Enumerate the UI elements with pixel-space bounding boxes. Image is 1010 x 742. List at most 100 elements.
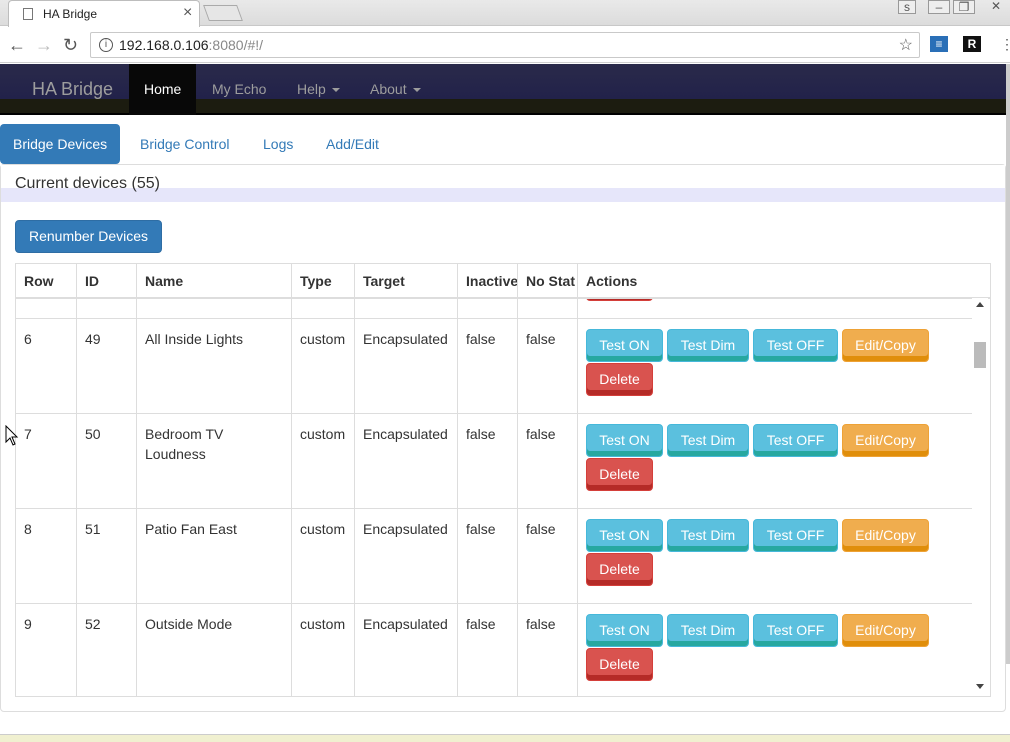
cell-nostate: false xyxy=(518,319,578,414)
test-dim-button[interactable]: Test Dim xyxy=(667,329,749,362)
cell-actions: Test ONTest DimTest OFFEdit/Copy Delete xyxy=(578,319,974,414)
cell-name: Bedroom TV Loudness xyxy=(137,414,292,509)
table-row: 8 51 Patio Fan East custom Encapsulated false… xyxy=(16,509,974,604)
delete-button[interactable]: Delete xyxy=(586,299,653,301)
cell-target: Encapsulated xyxy=(355,509,458,604)
scroll-down-icon[interactable] xyxy=(976,684,984,689)
url-text[interactable]: 192.168.0.106:8080/#!/ xyxy=(119,37,263,53)
new-tab-button[interactable] xyxy=(203,5,243,21)
scroll-thumb[interactable] xyxy=(974,342,986,368)
nav-home[interactable]: Home xyxy=(129,64,197,115)
info-icon[interactable]: i xyxy=(99,38,113,52)
panel-heading: Current devices (55) xyxy=(1,165,1005,202)
panel-title: Current devices (55) xyxy=(15,175,160,192)
edit-copy-button[interactable]: Edit/Copy xyxy=(842,519,929,552)
profile-icon[interactable]: s xyxy=(898,0,916,14)
test-off-button[interactable]: Test OFF xyxy=(753,329,838,362)
col-type[interactable]: Type xyxy=(292,264,355,299)
minimize-icon[interactable]: – xyxy=(928,0,950,14)
col-actions[interactable]: Actions xyxy=(578,264,990,299)
extension-icon[interactable]: ≡ xyxy=(930,36,948,52)
table-row: 548Avail SlotcustomEncapsulatedfalsefals… xyxy=(16,299,974,319)
col-name[interactable]: Name xyxy=(137,264,292,299)
edit-copy-button[interactable]: Edit/Copy xyxy=(842,329,929,362)
col-inactive[interactable]: Inactive xyxy=(458,264,518,299)
col-no-state[interactable]: No Stat xyxy=(518,264,578,299)
test-dim-button[interactable]: Test Dim xyxy=(667,614,749,647)
test-dim-button[interactable]: Test Dim xyxy=(667,424,749,457)
tab-add-edit[interactable]: Add/Edit xyxy=(313,124,392,164)
test-on-button[interactable]: Test ON xyxy=(586,424,663,457)
test-off-button[interactable]: Test OFF xyxy=(753,614,838,647)
browser-tabstrip: HA Bridge × s – ❐ ✕ xyxy=(0,0,1010,27)
cell-inactive: false xyxy=(458,414,518,509)
cell-target: Encapsulated xyxy=(355,299,458,319)
cell-id: 50 xyxy=(77,414,137,509)
browser-tab[interactable]: HA Bridge × xyxy=(8,0,200,27)
cell-name: Outside Mode xyxy=(137,604,292,696)
cell-type: custom xyxy=(292,604,355,696)
cell-nostate: false xyxy=(518,414,578,509)
nav-help[interactable]: Help xyxy=(282,64,355,115)
delete-button[interactable]: Delete xyxy=(586,648,653,681)
page-scrollbar[interactable] xyxy=(1006,64,1010,664)
table-scrollbar[interactable] xyxy=(972,298,988,696)
status-bar xyxy=(0,734,1010,742)
devices-table: Row ID Name Type Target Inactive No Stat… xyxy=(15,263,991,697)
edit-copy-button[interactable]: Edit/Copy xyxy=(842,614,929,647)
tab-bridge-devices[interactable]: Bridge Devices xyxy=(0,124,121,164)
cell-row: 7 xyxy=(16,414,77,509)
delete-button[interactable]: Delete xyxy=(586,363,653,396)
brand[interactable]: HA Bridge xyxy=(32,79,113,100)
delete-button[interactable]: Delete xyxy=(586,458,653,491)
table-body: 548Avail SlotcustomEncapsulatedfalsefals… xyxy=(16,299,974,696)
test-on-button[interactable]: Test ON xyxy=(586,329,663,362)
back-icon[interactable]: ← xyxy=(8,35,26,56)
test-on-button[interactable]: Test ON xyxy=(586,614,663,647)
col-target[interactable]: Target xyxy=(355,264,458,299)
nav-my-echo[interactable]: My Echo xyxy=(197,64,281,115)
close-tab-icon[interactable]: × xyxy=(183,4,192,22)
cell-name: Patio Fan East xyxy=(137,509,292,604)
cell-target: Encapsulated xyxy=(355,319,458,414)
tab-logs[interactable]: Logs xyxy=(250,124,306,164)
cell-target: Encapsulated xyxy=(355,604,458,696)
cell-name: Avail Slot xyxy=(137,299,292,319)
cell-inactive: false xyxy=(458,319,518,414)
chevron-down-icon xyxy=(412,88,421,93)
table-row: 9 52 Outside Mode custom Encapsulated false fa… xyxy=(16,604,974,696)
extension-r-icon[interactable]: R xyxy=(963,36,981,52)
devices-panel: Current devices (55) Renumber Devices Ro… xyxy=(0,164,1006,712)
table-row: 6 49 All Inside Lights custom Encapsulated fa… xyxy=(16,319,974,414)
renumber-devices-button[interactable]: Renumber Devices xyxy=(15,220,162,253)
col-row[interactable]: Row xyxy=(16,264,77,299)
scroll-up-icon[interactable] xyxy=(976,302,984,307)
forward-icon[interactable]: → xyxy=(35,35,53,56)
test-off-button[interactable]: Test OFF xyxy=(753,519,838,552)
address-bar[interactable]: i 192.168.0.106:8080/#!/ ☆ xyxy=(90,32,920,58)
reload-icon[interactable]: ↻ xyxy=(63,35,78,56)
tab-title: HA Bridge xyxy=(43,7,98,21)
mouse-cursor-icon xyxy=(5,425,19,446)
cell-inactive: false xyxy=(458,299,518,319)
tab-bridge-control[interactable]: Bridge Control xyxy=(127,124,243,164)
col-id[interactable]: ID xyxy=(77,264,137,299)
test-off-button[interactable]: Test OFF xyxy=(753,424,838,457)
cell-id: 52 xyxy=(77,604,137,696)
close-window-icon[interactable]: ✕ xyxy=(985,0,1007,14)
cell-id: 51 xyxy=(77,509,137,604)
app-navbar: HA Bridge Home My Echo Help About xyxy=(0,64,1006,115)
delete-button[interactable]: Delete xyxy=(586,553,653,586)
test-dim-button[interactable]: Test Dim xyxy=(667,519,749,552)
bookmark-star-icon[interactable]: ☆ xyxy=(899,35,913,55)
cell-type: custom xyxy=(292,319,355,414)
cell-id: 49 xyxy=(77,319,137,414)
edit-copy-button[interactable]: Edit/Copy xyxy=(842,424,929,457)
maximize-icon[interactable]: ❐ xyxy=(953,0,975,14)
menu-icon[interactable]: ⋮ xyxy=(1000,36,1010,53)
nav-about[interactable]: About xyxy=(355,64,436,115)
cell-row: 6 xyxy=(16,319,77,414)
cell-nostate: false xyxy=(518,509,578,604)
test-on-button[interactable]: Test ON xyxy=(586,519,663,552)
cell-actions: Test ONTest DimTest OFFEdit/CopyDelete xyxy=(578,299,974,319)
